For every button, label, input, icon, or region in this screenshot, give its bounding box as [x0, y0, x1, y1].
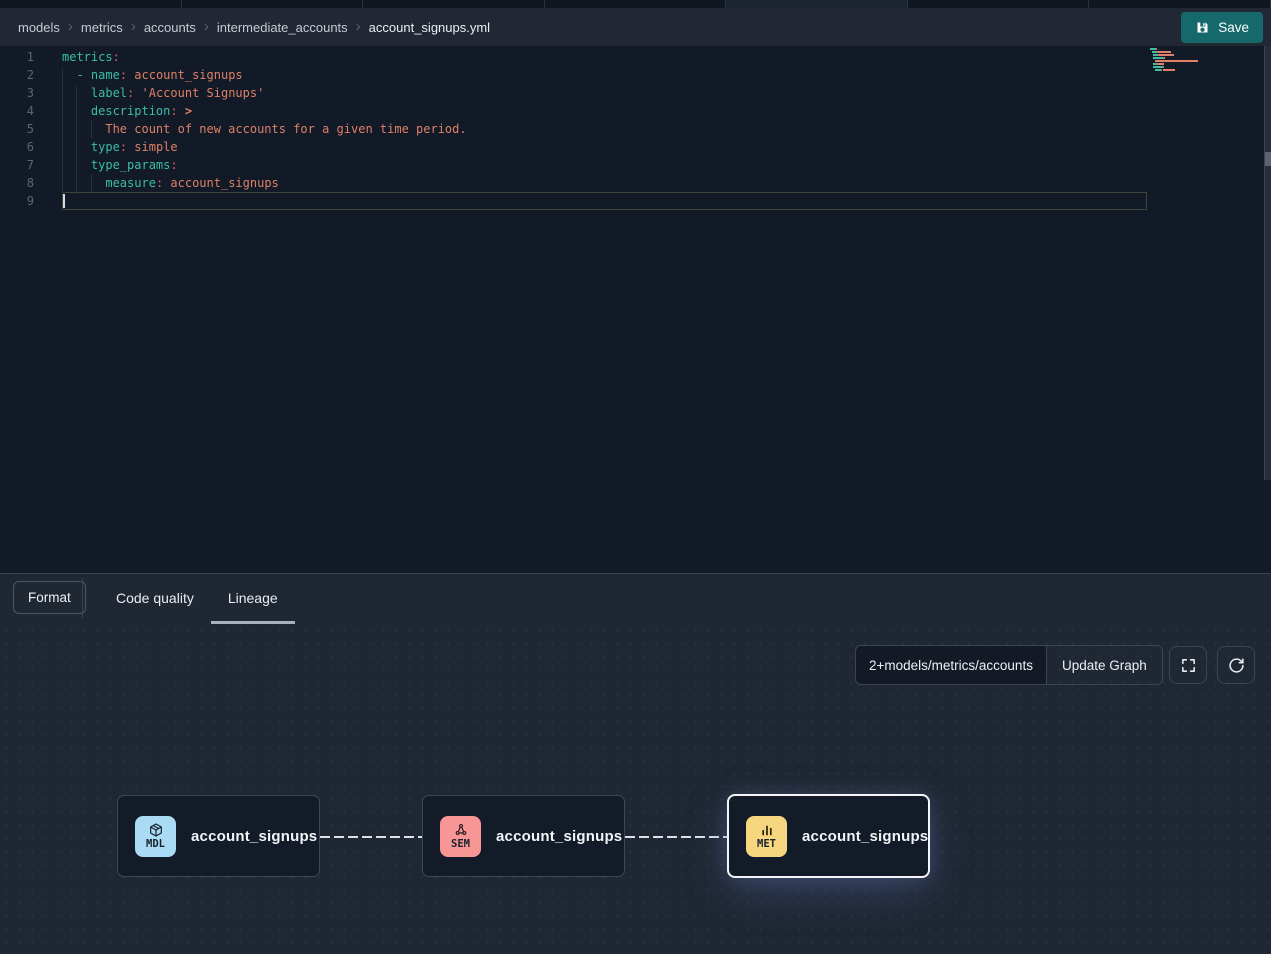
node-label: account_signups [191, 828, 317, 845]
line-number: 1 [0, 48, 34, 66]
line-number: 8 [0, 174, 34, 192]
breadcrumb-item[interactable]: metrics [81, 20, 123, 35]
code-line[interactable]: 4 description: > [0, 102, 1271, 120]
window-tab[interactable] [1089, 0, 1271, 8]
code-line[interactable]: 9 [0, 192, 1271, 210]
code-line[interactable]: 5 The count of new accounts for a given … [0, 120, 1271, 138]
breadcrumb-item[interactable]: accounts [144, 20, 196, 35]
ide-window: models › metrics › accounts › intermediate_acc… [0, 0, 1271, 954]
lineage-canvas[interactable]: Update Graph [0, 624, 1271, 954]
editor-scrollbar[interactable] [1264, 46, 1271, 480]
lineage-node-model[interactable]: MDL account_signups [117, 795, 320, 877]
line-content: type_params: [62, 156, 178, 174]
model-badge: MDL [135, 816, 176, 857]
format-button[interactable]: Format [13, 581, 86, 614]
line-number: 2 [0, 66, 34, 84]
save-icon [1195, 20, 1210, 35]
indent-guide [62, 68, 63, 194]
lineage-selector-input[interactable] [855, 645, 1047, 685]
line-number: 7 [0, 156, 34, 174]
scrollbar-thumb[interactable] [1265, 152, 1271, 166]
breadcrumb-item[interactable]: intermediate_accounts [217, 20, 348, 35]
metric-badge: MET [746, 816, 787, 857]
code-editor[interactable]: 1metrics:2 - name: account_signups3 labe… [0, 46, 1271, 573]
code-line[interactable]: 2 - name: account_signups [0, 66, 1271, 84]
badge-label: MDL [146, 839, 165, 850]
line-number: 5 [0, 120, 34, 138]
code-line[interactable]: 1 metrics: [0, 48, 1271, 66]
line-number: 3 [0, 84, 34, 102]
fullscreen-icon [1180, 657, 1197, 674]
lineage-edge [320, 836, 422, 838]
window-tab[interactable] [908, 0, 1090, 8]
refresh-button[interactable] [1217, 646, 1255, 684]
breadcrumb-item[interactable]: account_signups.yml [369, 20, 490, 35]
breadcrumb-separator-icon: › [68, 19, 73, 36]
node-label: account_signups [496, 828, 622, 845]
code-line[interactable]: 3 label: 'Account Signups' [0, 84, 1271, 102]
lineage-node-metric[interactable]: MET account_signups [727, 794, 930, 878]
indent-guide [76, 86, 77, 194]
breadcrumb-item[interactable]: models [18, 20, 60, 35]
line-number: 6 [0, 138, 34, 156]
lineage-edge [625, 836, 727, 838]
tab-divider [82, 578, 83, 618]
line-content: metrics: [62, 48, 120, 66]
line-content: type: simple [62, 138, 178, 156]
line-content: - name: account_signups [62, 66, 243, 84]
node-label: account_signups [802, 828, 928, 845]
lineage-selector-group: Update Graph [855, 645, 1163, 685]
minimap[interactable] [1150, 48, 1214, 75]
tab-code-quality[interactable]: Code quality [99, 574, 211, 624]
window-tabstrip [0, 0, 1271, 8]
update-graph-button[interactable]: Update Graph [1047, 645, 1163, 685]
line-content: The count of new accounts for a given ti… [62, 120, 467, 138]
line-content: measure: account_signups [62, 174, 279, 192]
badge-label: MET [757, 839, 776, 850]
editor-lines: 1metrics:2 - name: account_signups3 labe… [0, 48, 1271, 210]
code-line[interactable]: 8 measure: account_signups [0, 174, 1271, 192]
window-tab[interactable] [182, 0, 364, 8]
cube-icon [148, 822, 164, 838]
breadcrumb: models › metrics › accounts › intermediate_acc… [18, 19, 490, 36]
line-number: 4 [0, 102, 34, 120]
save-button[interactable]: Save [1181, 12, 1263, 43]
indent-guide [91, 120, 92, 138]
network-icon [453, 822, 469, 838]
line-content: label: 'Account Signups' [62, 84, 264, 102]
code-line[interactable]: 7 type_params: [0, 156, 1271, 174]
refresh-icon [1228, 657, 1245, 674]
current-line-highlight [62, 192, 1147, 210]
text-cursor [63, 194, 65, 208]
panel-tab-row: Format Code qualityLineage [0, 574, 1271, 624]
window-tab[interactable] [545, 0, 727, 8]
window-tab[interactable] [726, 0, 908, 8]
file-header-bar: models › metrics › accounts › intermediate_acc… [0, 8, 1271, 46]
lineage-node-semantic-model[interactable]: SEM account_signups [422, 795, 625, 877]
code-line[interactable]: 6 type: simple [0, 138, 1271, 156]
save-button-label: Save [1218, 20, 1249, 35]
bottom-panel: Format Code qualityLineage Update Graph [0, 574, 1271, 954]
indent-guide [91, 174, 92, 192]
window-tab[interactable] [363, 0, 545, 8]
semantic-badge: SEM [440, 816, 481, 857]
breadcrumb-separator-icon: › [131, 19, 136, 36]
panel-tabs: Code qualityLineage [99, 574, 295, 624]
badge-label: SEM [451, 839, 470, 850]
window-tab[interactable] [0, 0, 182, 8]
bar-chart-icon [759, 822, 775, 838]
line-content: description: > [62, 102, 192, 120]
fullscreen-button[interactable] [1169, 646, 1207, 684]
breadcrumb-separator-icon: › [356, 19, 361, 36]
line-number: 9 [0, 192, 34, 210]
tab-lineage[interactable]: Lineage [211, 574, 295, 624]
breadcrumb-separator-icon: › [204, 19, 209, 36]
